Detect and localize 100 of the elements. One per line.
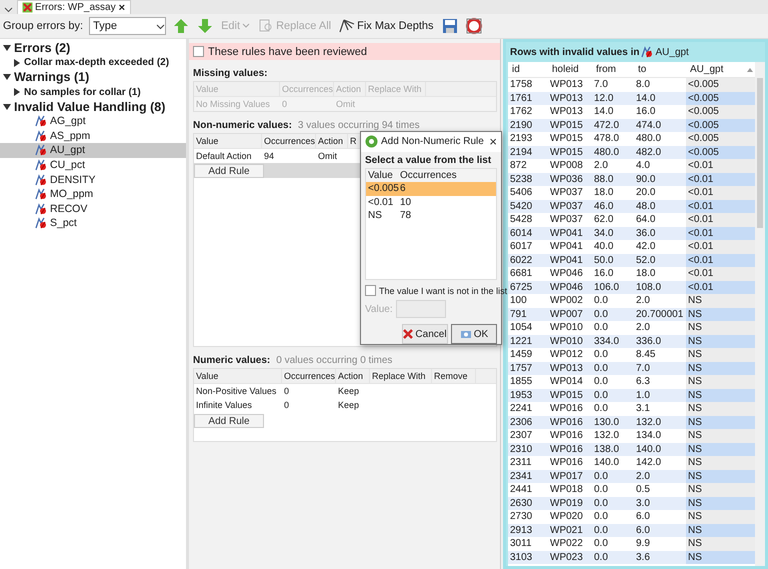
tree-item[interactable]: Warnings (1) <box>0 70 186 85</box>
table-cell-text: 12.0 <box>593 92 614 105</box>
table-cell-text: Non-Positive Values <box>195 385 278 398</box>
table-cell-text: 6014 <box>509 226 534 240</box>
tree-item[interactable]: DENSITY <box>0 172 186 187</box>
save-button[interactable] <box>440 18 459 34</box>
tree-item[interactable]: AG_gpt <box>0 114 186 129</box>
group-dropdown[interactable]: Type <box>89 17 166 35</box>
field-icon <box>35 174 47 186</box>
table-cell: <0.01 <box>686 254 755 267</box>
table-cell: <0.005 <box>686 78 755 92</box>
section-title: Missing values: <box>193 68 268 79</box>
table-cell: NS <box>686 550 755 564</box>
table-cell-text: 2310 <box>509 442 534 456</box>
tree-item[interactable]: No samples for collar (1) <box>0 84 186 100</box>
section-title: Non-numeric values: <box>193 120 292 131</box>
expanded-icon[interactable] <box>3 102 11 111</box>
column-header[interactable]: to <box>634 62 686 77</box>
table-cell-text: 1459 <box>509 348 534 362</box>
table-cell-text: WP018 <box>549 483 584 496</box>
checkbox[interactable] <box>365 285 376 296</box>
column-header: Value <box>194 369 282 383</box>
table-cell-text: WP022 <box>549 537 584 550</box>
checkbox[interactable] <box>193 46 204 57</box>
chevron-icon[interactable] <box>4 5 13 14</box>
table-cell-text: 1761 <box>509 92 534 105</box>
list-row[interactable]: <0.0056 <box>366 182 496 196</box>
table-cell-text: Default Action <box>195 150 253 163</box>
table-cell-text: Keep <box>337 399 360 412</box>
tree-item[interactable]: Collar max-depth exceeded (2) <box>0 56 186 70</box>
table-cell-text: 130.0 <box>593 416 620 429</box>
tree-item[interactable]: S_pct <box>0 216 186 231</box>
table-cell-text: 16.0 <box>593 267 614 280</box>
table-cell-text: WP023 <box>549 550 584 564</box>
tree-item[interactable]: CU_pct <box>0 158 186 172</box>
caret-icon <box>156 22 166 30</box>
table-cell-text: 2.0 <box>593 159 609 172</box>
scrollbar[interactable] <box>755 62 765 566</box>
column-header: Value <box>367 170 394 181</box>
checkbox-label: These rules have been reviewed <box>208 46 367 58</box>
table-cell-text: WP036 <box>549 172 584 186</box>
table-cell-text: WP016 <box>549 429 584 442</box>
collapsed-icon[interactable] <box>13 58 21 67</box>
table-cell-text: 7.0 <box>635 362 651 375</box>
table-cell-text: 0.0 <box>593 294 609 308</box>
group-label: Group errors by: <box>3 20 84 32</box>
fix-depths-button[interactable]: Fix Max Depths <box>338 18 435 34</box>
replace-icon <box>258 18 274 34</box>
column-header[interactable]: from <box>592 62 634 77</box>
tree-item[interactable]: RECOV <box>0 202 186 216</box>
field-icon <box>35 202 47 215</box>
add-rule-button[interactable]: Add Rule <box>194 414 264 428</box>
table-cell-text: WP010 <box>549 321 584 334</box>
table-cell-text: 14.0 <box>593 105 614 118</box>
tree-item[interactable]: MO_ppm <box>0 186 186 202</box>
section-summary: 0 values occurring 0 times <box>276 355 392 366</box>
table-cell-text: No Missing Values <box>195 98 271 111</box>
table-cell-text: 4.0 <box>635 159 651 172</box>
tree-item[interactable]: Invalid Value Handling (8) <box>0 99 186 114</box>
table-cell-text: 20.700001 <box>635 308 684 321</box>
table-cell-text: 106.0 <box>593 280 620 294</box>
table-cell-text: 36.0 <box>635 226 656 240</box>
table-cell-text: 0.0 <box>593 537 609 550</box>
cancel-button[interactable]: Cancel <box>402 324 448 344</box>
column-header[interactable]: holeid <box>548 62 592 77</box>
collapsed-icon[interactable] <box>13 88 21 96</box>
field-icon <box>641 46 654 58</box>
field-icon <box>35 130 47 142</box>
table-cell: NS <box>686 524 755 537</box>
table-cell-text: WP016 <box>549 416 584 429</box>
tree-item[interactable]: Errors (2) <box>0 41 186 56</box>
table-cell-text: WP041 <box>549 226 584 240</box>
table-cell-text: 7.0 <box>593 78 609 92</box>
table-cell: <0.005 <box>686 118 755 132</box>
tree-item[interactable]: AU_gpt <box>0 143 186 158</box>
table-cell: <0.01 <box>686 213 755 226</box>
lifebuoy-button[interactable] <box>464 18 483 34</box>
table-cell-text: WP007 <box>549 308 584 321</box>
table-cell-text: 64.0 <box>635 213 656 226</box>
table-cell-text: WP037 <box>549 186 584 200</box>
table-cell-text: 1762 <box>509 105 534 118</box>
table-cell-text: 5420 <box>509 200 534 213</box>
tree-item[interactable]: AS_ppm <box>0 128 186 144</box>
close-button[interactable]: × <box>118 2 126 14</box>
expanded-icon[interactable] <box>3 73 11 82</box>
close-button[interactable]: × <box>489 134 497 150</box>
ok-button[interactable]: OK <box>451 324 497 344</box>
list-row[interactable]: NS 78 <box>366 209 496 223</box>
column-header[interactable]: id <box>508 62 548 77</box>
document-tab[interactable]: Errors: WP_assay × <box>17 0 132 14</box>
table-cell-text: 0.0 <box>593 402 609 416</box>
table-cell-text: 6.0 <box>635 510 651 524</box>
table-cell-text: WP041 <box>549 254 584 267</box>
expanded-icon[interactable] <box>3 44 11 52</box>
table-cell-text: Omit <box>335 98 356 111</box>
list-row[interactable]: <0.01 10 <box>366 196 496 210</box>
table-cell-text: 16.0 <box>635 105 656 118</box>
column-header: Action <box>334 82 366 96</box>
table-cell-text: 0 <box>283 385 290 398</box>
add-rule-button[interactable]: Add Rule <box>194 164 264 178</box>
